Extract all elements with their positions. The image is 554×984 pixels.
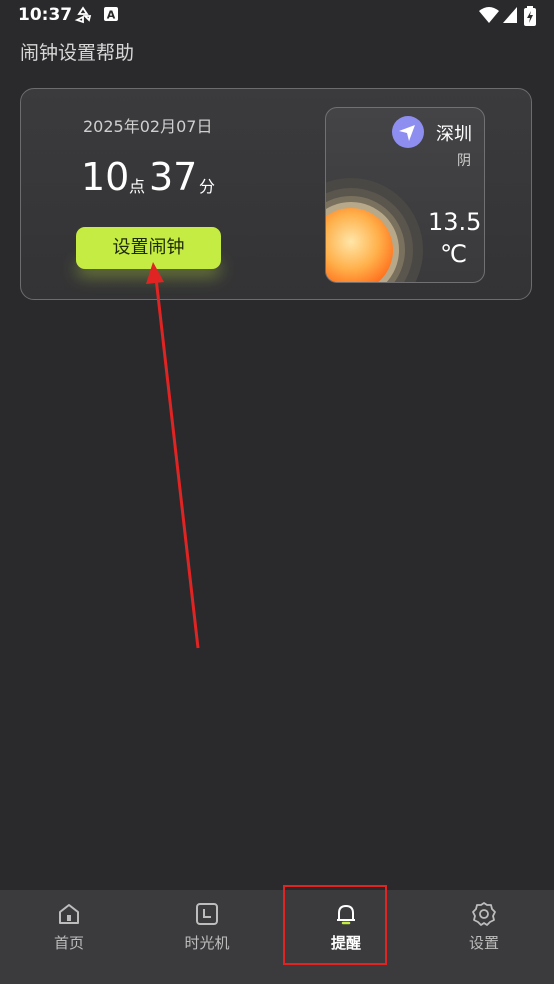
page-title: 闹钟设置帮助: [20, 42, 135, 64]
wifi-icon: [478, 6, 500, 28]
weather-card[interactable]: 深圳 阴 13.5 ℃: [325, 107, 485, 283]
temperature-unit: ℃: [440, 240, 467, 268]
minute-value: 37: [149, 155, 198, 199]
gear-icon: [470, 900, 498, 928]
bottom-nav: 首页 时光机 提醒 设置: [0, 890, 554, 984]
nav-time-machine-label: 时光机: [184, 934, 230, 952]
temperature-value: 13.5: [428, 208, 482, 236]
annotation-highlight-box: [283, 885, 387, 965]
sun-icon: [326, 178, 426, 282]
nav-time-machine[interactable]: 时光机: [138, 890, 276, 984]
weather-condition: 阴: [457, 153, 471, 169]
nav-settings[interactable]: 设置: [415, 890, 553, 984]
home-icon: [55, 900, 83, 928]
status-time: 10:37: [18, 5, 73, 25]
status-bar: 10:37 A: [0, 0, 554, 30]
time-machine-icon: [193, 900, 221, 928]
svg-text:A: A: [107, 9, 116, 22]
set-alarm-button[interactable]: 设置闹钟: [76, 227, 221, 269]
hour-value: 10: [81, 155, 130, 199]
clock-card: 2025年02月07日 10 点 37 分 设置闹钟 深圳 阴 13.5 ℃: [20, 88, 532, 300]
minute-unit: 分: [199, 177, 216, 196]
nav-home-label: 首页: [53, 934, 84, 952]
a-notification-icon: A: [103, 6, 119, 26]
nav-home[interactable]: 首页: [0, 890, 138, 984]
nav-settings-label: 设置: [468, 934, 499, 952]
signal-icon: [502, 6, 518, 28]
city-name: 深圳: [436, 124, 472, 145]
hour-unit: 点: [129, 177, 146, 196]
battery-icon: [524, 6, 536, 30]
date-text: 2025年02月07日: [83, 117, 213, 136]
location-arrow-icon: [392, 116, 424, 148]
recycle-icon: [74, 6, 92, 28]
